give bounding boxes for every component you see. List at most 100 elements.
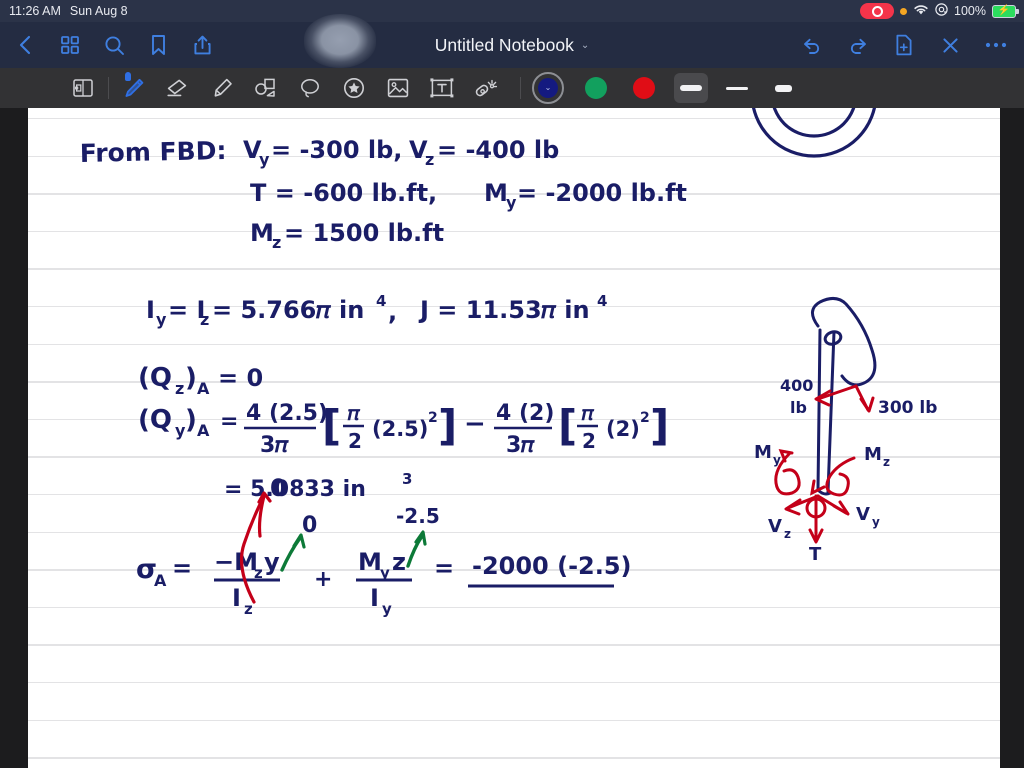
sticker-icon[interactable] xyxy=(337,73,371,103)
color-swatch-navy[interactable]: ⌄ xyxy=(532,72,564,104)
notebook-page[interactable]: From FBD: V y = -300 lb, V z = -400 lb T… xyxy=(28,108,1000,768)
text-box-icon[interactable] xyxy=(425,73,459,103)
sub-z3: z xyxy=(200,310,209,329)
bookmark-icon[interactable] xyxy=(146,33,170,57)
line-inertia: I xyxy=(146,296,155,324)
notebook-title[interactable]: Untitled Notebook xyxy=(435,35,574,56)
sub-y3: y xyxy=(156,310,167,329)
chevron-down-icon: ⌄ xyxy=(544,83,552,92)
label-lb: lb xyxy=(790,398,807,417)
z-var: z xyxy=(392,548,406,576)
eq-1: = -300 lb, xyxy=(271,136,402,164)
my-z-num: M xyxy=(358,548,382,576)
iy-den: I xyxy=(370,584,379,612)
highlighter-icon[interactable] xyxy=(205,73,239,103)
sub-A1: A xyxy=(197,379,210,398)
free-body-diagram: 400 lb 300 lb M y M z V z V y T xyxy=(754,297,937,565)
eq-2: = -400 lb xyxy=(437,136,559,164)
undo-icon[interactable] xyxy=(800,33,824,57)
stroke-width-thick[interactable] xyxy=(674,73,708,103)
pen-active-indicator xyxy=(125,72,131,81)
frac2-num: 𝜋 xyxy=(347,401,361,425)
image-icon[interactable] xyxy=(381,73,415,103)
label-My: M xyxy=(754,442,772,463)
line-fbd-header: From FBD: xyxy=(80,136,227,168)
wifi-icon xyxy=(913,3,929,19)
sub-z4: z xyxy=(175,379,184,398)
add-page-icon[interactable] xyxy=(892,33,916,57)
sub-A3: A xyxy=(154,571,167,590)
toolbar-divider xyxy=(108,77,109,99)
paren-a: ) xyxy=(185,363,197,393)
header-right-actions xyxy=(800,33,1024,57)
force-Vy-arrow xyxy=(816,494,850,516)
header-left-actions xyxy=(0,33,214,57)
iz-den: I xyxy=(232,584,241,612)
term-2: (2) xyxy=(606,417,640,441)
search-icon[interactable] xyxy=(102,33,126,57)
line-qz: (Q xyxy=(138,363,172,393)
handwritten-ink-layer: From FBD: V y = -300 lb, V z = -400 lb T… xyxy=(28,108,1000,768)
color-swatch-green[interactable] xyxy=(580,72,612,104)
stroke-medium-line xyxy=(726,86,748,90)
redo-icon[interactable] xyxy=(846,33,870,57)
force-400lb-arrow xyxy=(814,384,858,407)
page-layout-icon[interactable] xyxy=(66,73,100,103)
app-header: Untitled Notebook ⌄ xyxy=(0,22,1024,68)
chevron-down-icon[interactable]: ⌄ xyxy=(581,40,589,51)
torque-T-symbol xyxy=(805,494,827,544)
grid-thumbnails-icon[interactable] xyxy=(58,33,82,57)
location-icon xyxy=(935,3,948,19)
sub-y6: y xyxy=(382,600,392,618)
color-swatch-green-dot xyxy=(585,77,607,99)
pen-icon[interactable] xyxy=(117,72,151,103)
term-1: (2.5) xyxy=(372,417,428,441)
more-options-icon[interactable] xyxy=(984,33,1008,57)
j-label: J = 11.53𝜋 in xyxy=(418,296,590,324)
lasso-select-icon[interactable] xyxy=(293,73,327,103)
sup-4a: 4 xyxy=(376,292,386,310)
status-date: Sun Aug 8 xyxy=(69,4,128,18)
annot-zero-red: 0 xyxy=(270,474,287,502)
laser-pointer-icon[interactable] xyxy=(469,73,503,103)
sub-z2: z xyxy=(272,233,281,252)
mz-y-num: −M xyxy=(214,548,258,576)
record-indicator-icon xyxy=(860,3,895,19)
drawing-toolbar: ⌄ xyxy=(0,68,1024,108)
line-torque-T: T = -600 lb.ft, xyxy=(250,179,437,207)
stroke-width-medium[interactable] xyxy=(720,73,754,103)
close-icon[interactable] xyxy=(938,33,962,57)
color-swatch-navy-dot: ⌄ xyxy=(538,78,558,98)
eq-8: = xyxy=(220,409,238,434)
label-T: T xyxy=(809,544,822,565)
label-Vz: V xyxy=(768,516,782,537)
stroke-width-thin[interactable] xyxy=(766,73,800,103)
my-label: M xyxy=(484,179,508,207)
annot-zero-green: 0 xyxy=(302,513,317,538)
battery-charging-icon: ⚡ xyxy=(992,4,1019,18)
paren-b: ) xyxy=(185,405,197,435)
stroke-thick-line xyxy=(680,85,702,91)
minus-1: − xyxy=(464,409,486,439)
frac3-den: 3𝜋 xyxy=(506,433,535,458)
eq-3: = -2000 lb.ft xyxy=(517,179,687,207)
frac1-den: 3𝜋 xyxy=(260,433,289,458)
bracket-open-1: [ xyxy=(322,401,341,450)
back-chevron-icon[interactable] xyxy=(14,33,38,57)
toolbar-divider-2 xyxy=(520,77,521,99)
eraser-icon[interactable] xyxy=(161,73,195,103)
sensor-housing-overlay xyxy=(304,14,376,68)
sub-z6: z xyxy=(244,600,253,618)
status-time: 11:26 AM xyxy=(9,4,61,18)
force-300lb-arrow xyxy=(854,384,875,413)
shapes-icon[interactable] xyxy=(249,73,283,103)
status-bar-left: 11:26 AM Sun Aug 8 xyxy=(0,4,128,18)
share-icon[interactable] xyxy=(190,33,214,57)
annot-green-arrow2-head xyxy=(414,530,427,546)
frac4-den: 2 xyxy=(582,429,596,453)
label-Mz-sub: z xyxy=(883,455,890,469)
sup-4b: 4 xyxy=(597,292,607,310)
sup-2a: 2 xyxy=(428,410,438,426)
color-swatch-red[interactable] xyxy=(628,72,660,104)
result-value: -2000 (-2.5) xyxy=(472,552,632,580)
